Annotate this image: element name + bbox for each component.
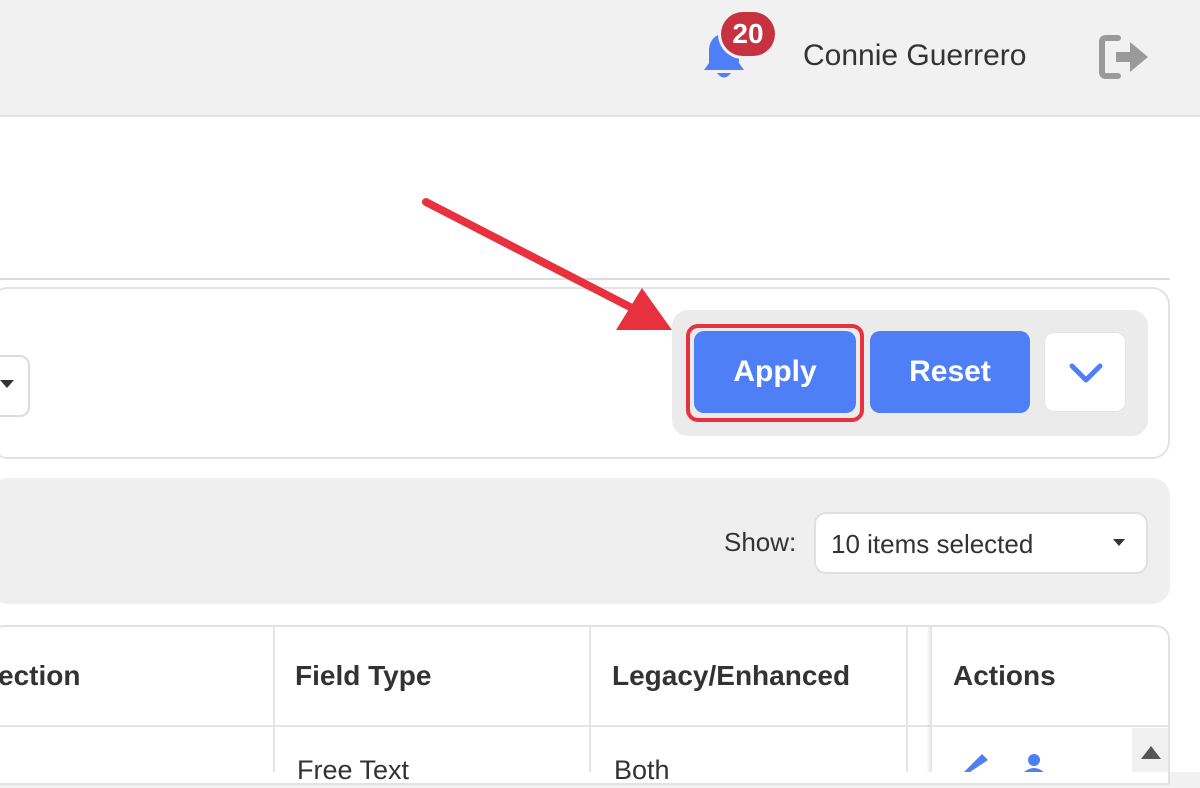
column-separator [930,627,932,772]
cell-field-type: Free Text [297,755,410,785]
show-items-value: 10 items selected [831,529,1034,559]
column-header-actions: Actions [953,660,1056,691]
section-divider [0,278,1170,280]
edit-pencil-icon[interactable] [960,752,990,772]
user-name[interactable]: Connie Guerrero [803,36,1026,76]
scroll-up-arrow-icon [1141,746,1161,759]
notification-badge: 20 [721,12,775,56]
sign-out-icon[interactable] [1098,34,1150,80]
caret-down-icon [1113,539,1125,546]
chevron-down-icon [1069,363,1103,383]
column-separator [589,627,591,772]
show-label: Show: [724,527,797,557]
column-header-field-type[interactable]: Field Type [295,658,431,694]
column-header-section[interactable]: ection [0,658,80,694]
column-header-legacy-enhanced[interactable]: Legacy/Enhanced [612,658,850,694]
expand-filters-button[interactable] [1044,332,1126,412]
apply-button[interactable]: Apply [694,331,856,413]
user-icon[interactable] [1020,752,1048,772]
reset-button[interactable]: Reset [870,331,1030,413]
column-separator [273,627,275,772]
column-separator [906,627,908,772]
cell-legacy-enhanced: Both [614,755,670,785]
caret-down-icon [0,380,14,388]
